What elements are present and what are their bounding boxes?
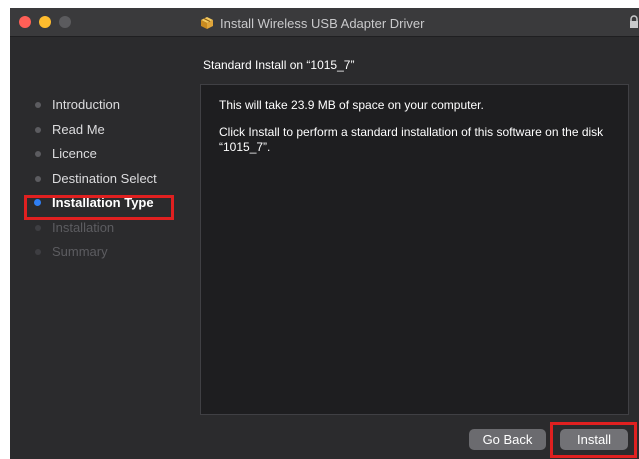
minimize-window-button[interactable] [39,16,51,28]
step-installation: Installation [34,219,157,246]
step-highlight-box [24,195,174,220]
step-label: Introduction [52,97,120,112]
step-indicator-icon [35,249,41,255]
step-indicator-icon [35,224,41,231]
step-destination-select: Destination Select [34,170,157,197]
installer-window: Install Wireless USB Adapter Driver Stan… [10,8,639,459]
installation-steps: Introduction Read Me Licence Destination… [34,98,157,270]
step-licence: Licence [34,147,157,172]
close-window-button[interactable] [19,16,31,28]
zoom-window-button[interactable] [59,16,71,28]
space-required-message: This will take 23.9 MB of space on your … [219,98,484,112]
step-indicator-icon [35,151,41,157]
go-back-button[interactable]: Go Back [469,429,546,450]
step-indicator-icon [35,175,41,182]
step-label: Licence [52,146,97,161]
step-label: Destination Select [52,170,157,186]
install-instruction-message: Click Install to perform a standard inst… [219,125,604,154]
window-title: Install Wireless USB Adapter Driver [220,15,425,31]
step-label: Installation [52,219,115,235]
step-label: Summary [52,244,108,259]
step-read-me: Read Me [34,121,157,148]
install-subtitle: Standard Install on “1015_7” [203,58,355,72]
step-label: Read Me [52,121,105,137]
title-bar[interactable]: Install Wireless USB Adapter Driver [10,8,639,37]
step-indicator-icon [35,126,41,133]
step-indicator-icon [35,102,41,108]
lock-icon [630,15,638,28]
step-introduction: Introduction [34,98,157,123]
package-icon [201,17,213,29]
content-panel: This will take 23.9 MB of space on your … [200,84,629,415]
install-highlight-box [550,422,637,458]
step-summary: Summary [34,245,157,270]
window-title-group: Install Wireless USB Adapter Driver [200,15,424,31]
